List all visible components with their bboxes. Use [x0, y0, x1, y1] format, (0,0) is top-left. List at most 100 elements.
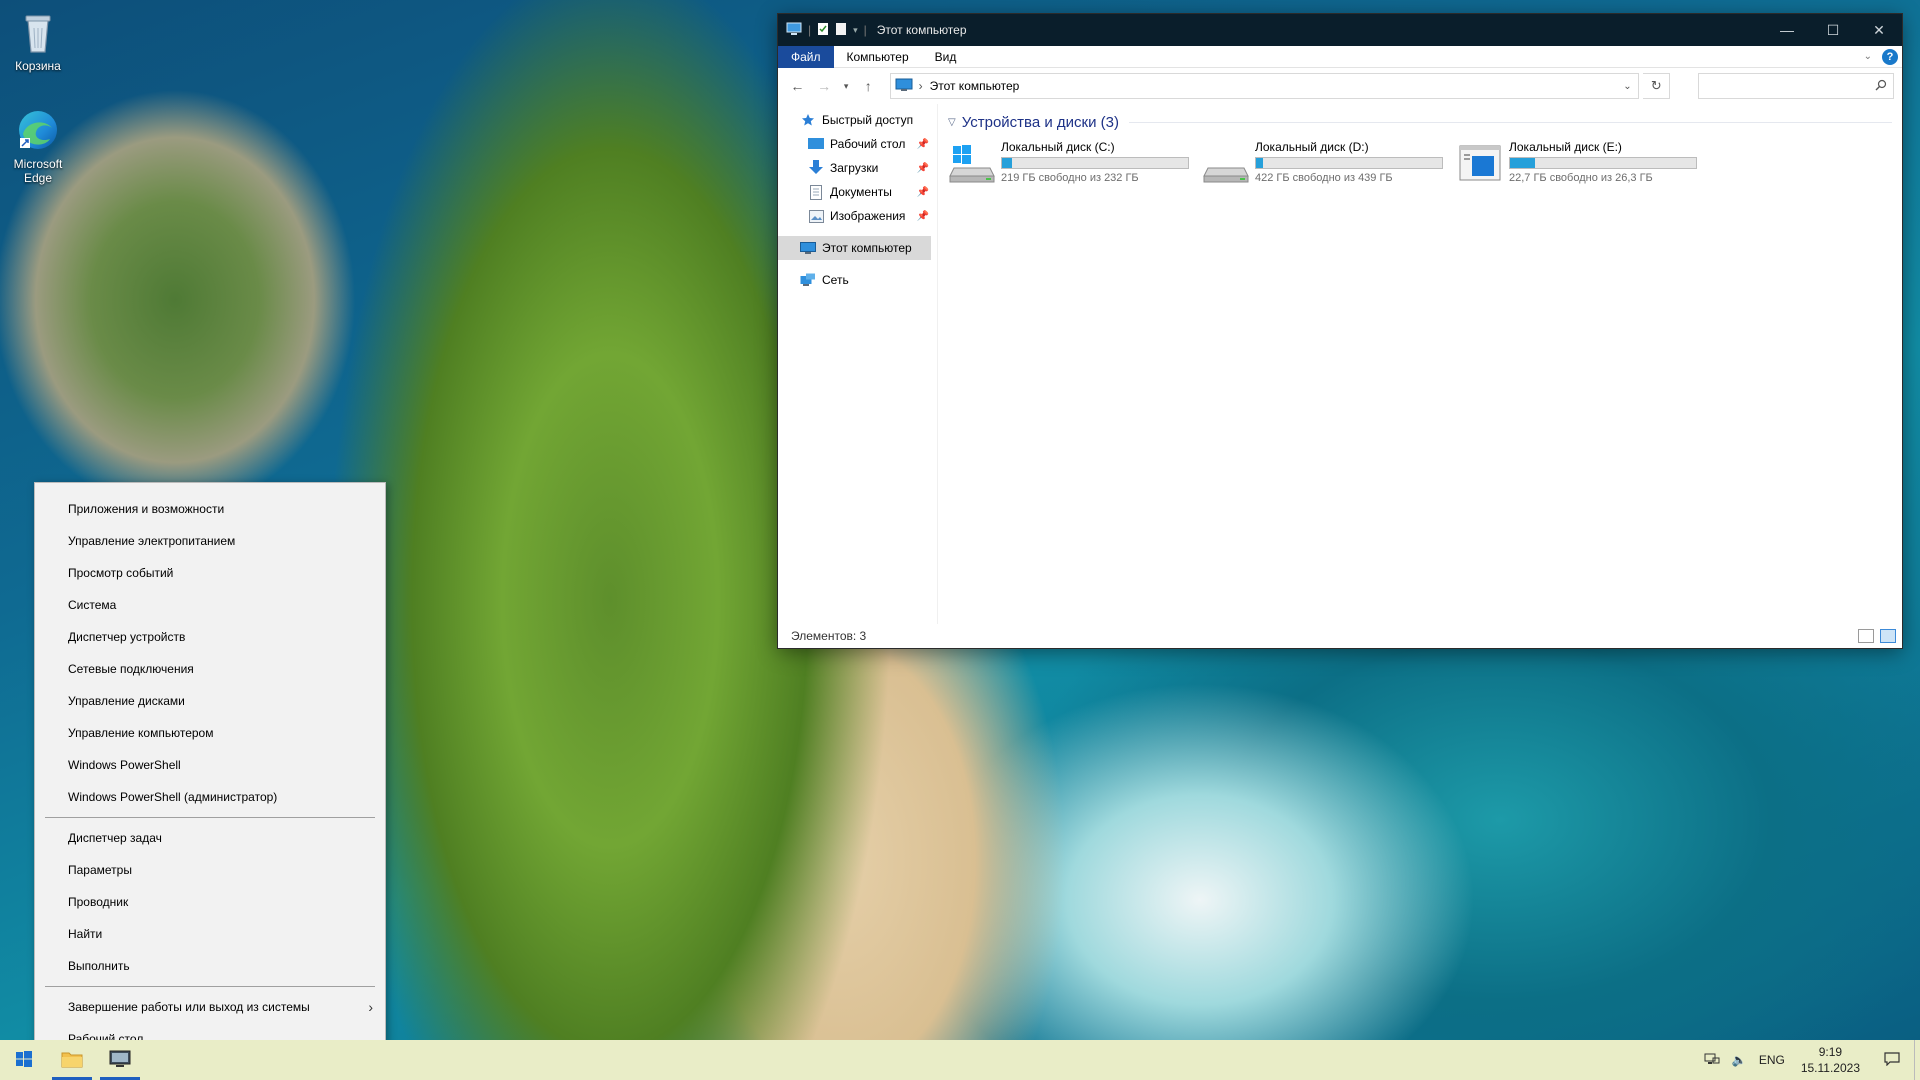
drive-free-space: 22,7 ГБ свободно из 26,3 ГБ [1509, 172, 1653, 184]
menu-item-powershell[interactable]: Windows PowerShell [35, 749, 385, 781]
nav-downloads[interactable]: Загрузки 📌 [778, 156, 937, 180]
details-view-button[interactable] [1858, 629, 1874, 643]
address-field[interactable]: › Этот компьютер ⌄ [889, 73, 1640, 99]
drive-name: Локальный диск (C:) [1001, 140, 1115, 154]
windows-logo-icon [16, 1050, 32, 1070]
pin-icon[interactable]: 📌 [917, 187, 929, 198]
menu-item-network-connections[interactable]: Сетевые подключения [35, 653, 385, 685]
title-bar[interactable]: | ▾ | Этот компьютер — ☐ ✕ [778, 14, 1902, 46]
chevron-down-icon: ▾ [843, 80, 849, 91]
desktop-icon-label: Корзина [15, 59, 61, 73]
nav-quick-access[interactable]: Быстрый доступ [778, 108, 937, 132]
menu-item-file-explorer[interactable]: Проводник [35, 886, 385, 918]
refresh-button[interactable]: ↻ [1643, 73, 1671, 99]
menu-item-power-options[interactable]: Управление электропитанием [35, 525, 385, 557]
properties-icon[interactable] [817, 22, 829, 39]
clock-date: 15.11.2023 [1800, 1061, 1860, 1075]
nav-network[interactable]: Сеть [778, 268, 937, 292]
menu-item-task-manager[interactable]: Диспетчер задач [35, 822, 385, 854]
volume-tray-button[interactable]: 🔈 [1726, 1040, 1753, 1080]
nav-desktop[interactable]: Рабочий стол 📌 [778, 132, 937, 156]
recent-locations-button[interactable]: ▾ [840, 74, 853, 98]
address-dropdown-button[interactable]: ⌄ [1616, 74, 1638, 98]
computer-icon [109, 1050, 131, 1071]
drive-usage-bar [1509, 157, 1697, 169]
large-icons-view-button[interactable] [1880, 629, 1896, 643]
up-button[interactable]: ↑ [857, 74, 880, 98]
drive-list: Локальный диск (C:) 219 ГБ свободно из 2… [948, 136, 1892, 192]
address-bar-row: ← → ▾ ↑ › Этот компьютер ⌄ ↻ [778, 68, 1902, 104]
menu-item-device-manager[interactable]: Диспетчер устройств [35, 621, 385, 653]
action-center-button[interactable] [1870, 1040, 1914, 1080]
maximize-button[interactable]: ☐ [1810, 14, 1856, 46]
desktop-icon-edge[interactable]: Microsoft Edge [0, 106, 76, 185]
network-tray-button[interactable] [1698, 1040, 1726, 1080]
drive-c[interactable]: Локальный диск (C:) 219 ГБ свободно из 2… [948, 136, 1202, 192]
taskbar-this-pc[interactable] [96, 1040, 144, 1080]
pin-icon[interactable]: 📌 [917, 163, 929, 174]
back-button[interactable]: ← [786, 74, 809, 98]
arrow-right-icon: → [817, 78, 832, 94]
network-icon [800, 272, 816, 288]
menu-item-disk-management[interactable]: Управление дисками [35, 685, 385, 717]
drive-d[interactable]: Локальный диск (D:) 422 ГБ свободно из 4… [1202, 136, 1456, 192]
drive-name: Локальный диск (E:) [1509, 140, 1622, 154]
tab-view[interactable]: Вид [922, 46, 970, 68]
system-tray: 🔈 ENG 9:19 15.11.2023 [1698, 1040, 1920, 1080]
menu-item-run[interactable]: Выполнить [35, 950, 385, 982]
download-icon [808, 160, 824, 176]
breadcrumb[interactable]: Этот компьютер [930, 79, 1020, 93]
navigation-pane: Быстрый доступ Рабочий стол 📌 Загрузки 📌 [778, 104, 938, 624]
pin-icon[interactable]: 📌 [917, 139, 929, 150]
nav-this-pc[interactable]: Этот компьютер [778, 236, 931, 260]
forward-button[interactable]: → [813, 74, 836, 98]
computer-icon [786, 22, 802, 39]
chevron-down-icon[interactable]: ▾ [853, 25, 858, 36]
group-header[interactable]: ▽ Устройства и диски (3) [948, 110, 1892, 134]
show-desktop-button[interactable] [1914, 1040, 1920, 1080]
desktop-icon-label: Microsoft Edge [13, 157, 63, 185]
taskbar-file-explorer[interactable] [48, 1040, 96, 1080]
nav-label: Рабочий стол [830, 137, 906, 151]
help-icon[interactable]: ? [1882, 48, 1898, 65]
tab-computer[interactable]: Компьютер [834, 46, 922, 68]
breadcrumb-separator-icon[interactable]: › [919, 79, 923, 93]
drive-usage-bar [1001, 157, 1189, 169]
menu-item-search[interactable]: Найти [35, 918, 385, 950]
search-icon [1875, 79, 1887, 94]
explorer-window: | ▾ | Этот компьютер — ☐ ✕ Файл Компьюте… [778, 14, 1902, 648]
desktop-icon-recycle-bin[interactable]: Корзина [0, 8, 76, 73]
removable-drive-icon [1456, 140, 1504, 184]
menu-item-system[interactable]: Система [35, 589, 385, 621]
expand-ribbon-icon[interactable]: ⌄ [1864, 51, 1872, 62]
tab-file[interactable]: Файл [778, 45, 834, 68]
menu-item-apps-features[interactable]: Приложения и возможности [35, 493, 385, 525]
clock-time: 9:19 [1818, 1045, 1843, 1059]
minimize-button[interactable]: — [1764, 14, 1810, 46]
menu-item-powershell-admin[interactable]: Windows PowerShell (администратор) [35, 781, 385, 813]
nav-documents[interactable]: Документы 📌 [778, 180, 937, 204]
start-button[interactable] [0, 1040, 48, 1080]
menu-item-computer-management[interactable]: Управление компьютером [35, 717, 385, 749]
close-button[interactable]: ✕ [1856, 14, 1902, 46]
nav-pictures[interactable]: Изображения 📌 [778, 204, 937, 228]
arrow-up-icon: ↑ [864, 78, 872, 94]
maximize-icon: ☐ [1826, 21, 1840, 38]
menu-item-event-viewer[interactable]: Просмотр событий [35, 557, 385, 589]
arrow-left-icon: ← [790, 78, 805, 94]
menu-separator [45, 817, 375, 818]
status-bar: Элементов: 3 [778, 624, 1902, 648]
search-input[interactable] [1698, 73, 1894, 99]
group-title: Устройства и диски (3) [961, 113, 1119, 131]
menu-item-settings[interactable]: Параметры [35, 854, 385, 886]
language-indicator[interactable]: ENG [1753, 1040, 1791, 1080]
clock[interactable]: 9:19 15.11.2023 [1791, 1044, 1870, 1076]
chevron-right-icon: › [368, 999, 373, 1015]
minimize-icon: — [1780, 22, 1794, 38]
new-folder-icon[interactable] [835, 22, 847, 39]
hard-drive-icon [1202, 140, 1250, 184]
pin-icon[interactable]: 📌 [917, 211, 929, 222]
drive-e[interactable]: Локальный диск (E:) 22,7 ГБ свободно из … [1456, 136, 1710, 192]
menu-item-shutdown[interactable]: Завершение работы или выход из системы › [35, 991, 385, 1023]
window-title: Этот компьютер [876, 23, 967, 37]
